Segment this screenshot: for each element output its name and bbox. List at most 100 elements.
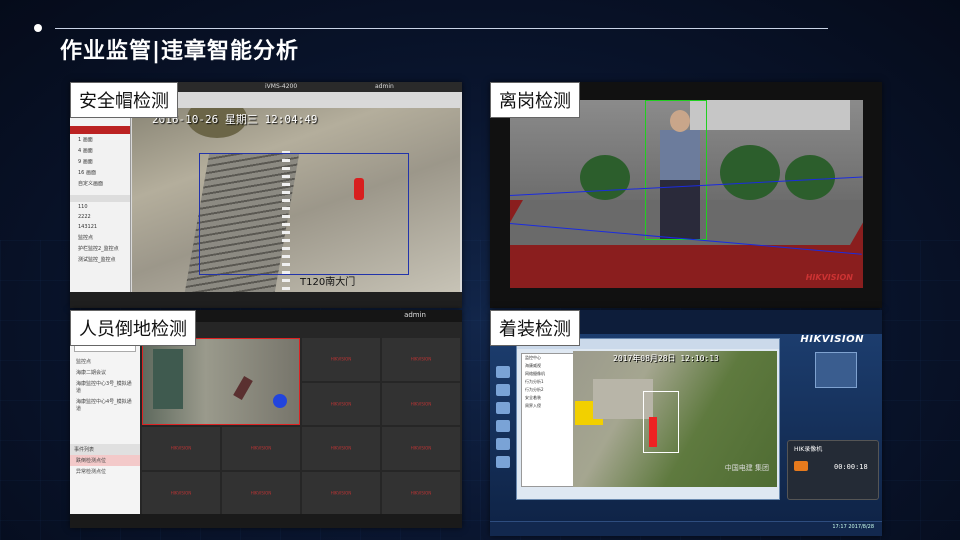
event-item[interactable]: 跌倒检测点位 (70, 455, 140, 466)
recorder-widget[interactable]: HIK录像机 00:00:18 (787, 440, 879, 500)
cell-logo: HIKVISION (250, 445, 272, 451)
plant-shape (580, 155, 630, 200)
camera-cell[interactable]: HIKVISION (142, 471, 220, 514)
detection-box (645, 100, 707, 240)
event-section: 事件列表 (70, 444, 140, 455)
side-nav: 1 画面 4 画面 9 画面 16 画面 自定义画面 110 2222 1431… (70, 92, 131, 292)
tree-item[interactable]: 安全着装 (522, 394, 574, 402)
camera-feed[interactable]: 2016-10-26 星期三 12:04:49 T120南大门 (132, 108, 460, 292)
tree-item[interactable]: 测试监控_监控点 (70, 254, 130, 265)
side-nav: 监控点 海康二期会议 海康监控中心3号_模拟通道 海康监控中心4号_模拟通道 事… (70, 338, 140, 516)
tree-item[interactable]: 海康监控中心3号_模拟通道 (70, 378, 140, 396)
detected-person (354, 178, 364, 200)
slide-title: 作业监管|违章智能分析 (60, 39, 300, 64)
recorder-clock: 00:00:18 (834, 463, 868, 471)
user-name[interactable]: admin (404, 311, 426, 319)
tree-item[interactable]: 网络摄像机 (522, 370, 574, 378)
window-shape (690, 100, 850, 130)
desktop-icon[interactable] (496, 438, 510, 450)
door-shape (153, 349, 183, 409)
tree-item[interactable]: 监控点 (70, 356, 140, 367)
brand-logo: HIKVISION (800, 334, 864, 345)
window-title: iVMS-4200 (265, 83, 298, 90)
cell-logo: HIKVISION (410, 356, 432, 362)
plant-shape (720, 145, 780, 200)
menu-item[interactable]: 9 画面 (70, 156, 130, 167)
cell-logo: HIKVISION (410, 401, 432, 407)
playback-controls[interactable] (70, 514, 462, 528)
taskbar: 17:17 2017/8/28 (490, 521, 882, 536)
tree-item[interactable]: 2222 (70, 212, 130, 222)
cell-logo: HIKVISION (330, 490, 352, 496)
video-watermark: 中国电建 集团 (724, 464, 769, 472)
video-grid: HIKVISION HIKVISION HIKVISION HIKVISION … (142, 338, 460, 514)
record-icon (794, 461, 808, 471)
tree-item[interactable]: 监控点 (70, 232, 130, 243)
notification-widget[interactable] (815, 352, 857, 388)
camera-cell[interactable]: HIKVISION (222, 427, 300, 470)
cell-logo: HIKVISION (410, 490, 432, 496)
cell-logo: HIKVISION (250, 490, 272, 496)
camera-cell[interactable]: HIKVISION (382, 338, 460, 381)
panel-label: 着装检测 (490, 310, 580, 346)
panel-leave-post-detection: HIKVISION 离岗检测 (490, 82, 882, 308)
detection-box (643, 391, 679, 453)
desktop-icon[interactable] (496, 384, 510, 396)
tree-item[interactable]: 周界入侵 (522, 402, 574, 410)
tree-item[interactable]: 行为分析2 (522, 386, 574, 394)
desktop-icon[interactable] (496, 366, 510, 378)
tree-item[interactable]: 护栏监控2_监控点 (70, 243, 130, 254)
camera-cell[interactable]: HIKVISION (142, 427, 220, 470)
cell-logo: HIKVISION (330, 401, 352, 407)
client-window: 监控中心 海康威视 网络摄像机 行为分析1 行为分析2 安全着装 周界入侵 20… (516, 338, 780, 500)
tree-item[interactable]: 143121 (70, 222, 130, 232)
desktop-icon[interactable] (496, 402, 510, 414)
title-bullet (34, 24, 42, 32)
tree-item[interactable]: 海康二期会议 (70, 367, 140, 378)
video-watermark: HIKVISION (805, 273, 853, 282)
marker-icon (273, 394, 287, 408)
tray-clock: 17:17 2017/8/28 (832, 524, 874, 530)
camera-cell[interactable]: HIKVISION (302, 471, 380, 514)
panel-label: 安全帽检测 (70, 82, 178, 118)
camera-cell[interactable]: HIKVISION (222, 471, 300, 514)
panel-helmet-detection: iVMS-4200 admin 1 画面 4 画面 9 画面 16 画面 自定义… (70, 82, 462, 308)
tree-item[interactable]: 行为分析1 (522, 378, 574, 386)
tree-item[interactable]: 海康威视 (522, 362, 574, 370)
fallen-person (233, 375, 253, 401)
cell-logo: HIKVISION (330, 445, 352, 451)
camera-caption: T120南大门 (300, 277, 356, 288)
camera-cell[interactable]: HIKVISION (382, 382, 460, 425)
panel-fall-detection: admin 监控点 海康二期会议 海康监控中心3号_模拟通道 海康监控中心4号_… (70, 310, 462, 528)
camera-feed[interactable]: 2017年08月28日 12:10:13 中国电建 集团 (573, 351, 777, 487)
tree-section (70, 195, 130, 202)
active-camera[interactable] (142, 338, 300, 425)
camera-cell[interactable]: HIKVISION (302, 338, 380, 381)
menu-item[interactable]: 4 画面 (70, 145, 130, 156)
user-name: admin (375, 83, 394, 90)
cell-logo: HIKVISION (410, 445, 432, 451)
tree-item[interactable]: 110 (70, 202, 130, 212)
video-timestamp: 2017年08月28日 12:10:13 (613, 354, 719, 363)
device-tree: 监控中心 海康威视 网络摄像机 行为分析1 行为分析2 安全着装 周界入侵 (521, 353, 575, 487)
tree-item[interactable]: 监控中心 (522, 354, 574, 362)
playback-controls[interactable] (70, 292, 462, 308)
event-item[interactable]: 异常检测点位 (70, 466, 140, 477)
desktop-icons (492, 360, 514, 474)
nav-header (70, 126, 130, 134)
camera-cell[interactable]: HIKVISION (302, 382, 380, 425)
camera-feed[interactable]: HIKVISION (510, 100, 863, 288)
cell-logo: HIKVISION (170, 445, 192, 451)
menu-item[interactable]: 1 画面 (70, 134, 130, 145)
panel-label: 离岗检测 (490, 82, 580, 118)
cell-logo: HIKVISION (330, 356, 352, 362)
camera-cell[interactable]: HIKVISION (382, 471, 460, 514)
menu-item[interactable]: 16 画面 (70, 167, 130, 178)
tree-item[interactable]: 海康监控中心4号_模拟通道 (70, 396, 140, 414)
menu-item[interactable]: 自定义画面 (70, 178, 130, 189)
cell-logo: HIKVISION (170, 490, 192, 496)
camera-cell[interactable]: HIKVISION (382, 427, 460, 470)
camera-cell[interactable]: HIKVISION (302, 427, 380, 470)
desktop-icon[interactable] (496, 456, 510, 468)
desktop-icon[interactable] (496, 420, 510, 432)
